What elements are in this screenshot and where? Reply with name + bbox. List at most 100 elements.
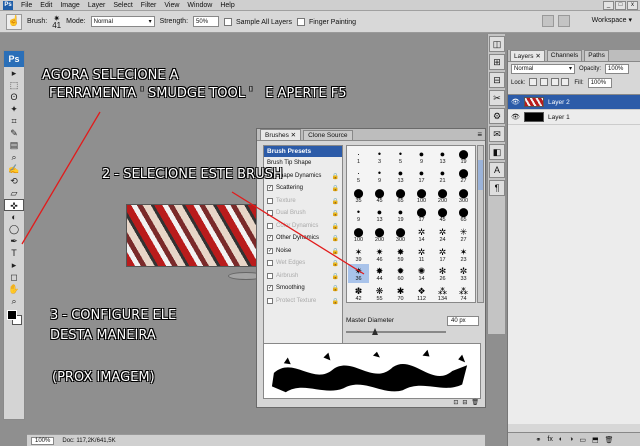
menu-select[interactable]: Select bbox=[113, 2, 132, 9]
brush-preset-cell[interactable]: ⬤ 27 bbox=[453, 166, 474, 186]
brush-option-row[interactable]: Color Dynamics 🔒 bbox=[264, 220, 342, 233]
lock-icon[interactable]: 🔒 bbox=[332, 285, 339, 292]
brush-option-row[interactable]: ✓ Smoothing 🔒 bbox=[264, 282, 342, 295]
brush-preset-cell[interactable]: ⬤ 300 bbox=[390, 224, 411, 244]
brush-preset-cell[interactable]: • 3 bbox=[369, 146, 390, 166]
opacity-field[interactable]: 100% bbox=[605, 64, 630, 74]
fill-field[interactable]: 100% bbox=[587, 78, 612, 88]
tab-clone-source[interactable]: Clone Source bbox=[303, 130, 353, 140]
brush-preset-cell[interactable]: ● 17 bbox=[411, 166, 432, 186]
brush-preset-cell[interactable]: ● 21 bbox=[432, 166, 453, 186]
brush-preset-cell[interactable]: ✱ 70 bbox=[390, 283, 411, 302]
brush-option-row[interactable]: Protect Texture 🔒 bbox=[264, 295, 342, 308]
brush-option-checkbox[interactable]: ✓ bbox=[267, 185, 273, 192]
brush-option-row[interactable]: Airbrush 🔒 bbox=[264, 270, 342, 283]
paragraph-icon[interactable]: ¶ bbox=[489, 180, 505, 196]
lock-icon[interactable]: 🔒 bbox=[332, 198, 339, 205]
menu-layer[interactable]: Layer bbox=[88, 2, 106, 9]
brush-preset-cell[interactable]: ⁂ 74 bbox=[453, 283, 474, 302]
brush-preset-cell[interactable]: ✳ 27 bbox=[453, 224, 474, 244]
trash-icon[interactable]: 🗑 bbox=[471, 399, 479, 407]
lock-icon[interactable]: 🔒 bbox=[332, 235, 339, 242]
histogram-icon[interactable]: ⊞ bbox=[489, 54, 505, 70]
lock-icon[interactable]: 🔒 bbox=[332, 223, 339, 230]
close-button[interactable]: x bbox=[627, 1, 638, 10]
workspace-menu[interactable]: Workspace ▾ bbox=[592, 16, 632, 24]
brush-option-checkbox[interactable] bbox=[267, 197, 273, 204]
lock-icon[interactable]: 🔒 bbox=[332, 173, 339, 180]
brush-preset-cell[interactable]: · 5 bbox=[348, 166, 369, 186]
menu-image[interactable]: Image bbox=[60, 2, 79, 9]
brush-preset-cell[interactable]: · 1 bbox=[348, 146, 369, 166]
lock-position-icon[interactable] bbox=[550, 78, 559, 86]
tool-presets-icon[interactable]: ✉ bbox=[489, 126, 505, 142]
shape-tool-icon[interactable]: ◻ bbox=[4, 271, 24, 283]
brush-preset-cell[interactable]: ✲ 24 bbox=[432, 224, 453, 244]
strength-field[interactable]: 50% bbox=[193, 16, 220, 27]
layer-comps-icon[interactable]: ◧ bbox=[489, 144, 505, 160]
maximize-button[interactable]: □ bbox=[615, 1, 626, 10]
menu-filter[interactable]: Filter bbox=[141, 2, 157, 9]
brush-preset-cell[interactable]: ✽ 42 bbox=[348, 283, 369, 302]
brush-option-checkbox[interactable] bbox=[267, 210, 273, 217]
brush-tool-icon[interactable]: ⌕ bbox=[4, 151, 24, 163]
brush-option-checkbox[interactable]: ✓ bbox=[267, 235, 273, 242]
minimize-button[interactable]: _ bbox=[603, 1, 614, 10]
clone-stamp-tool-icon[interactable]: ✍ bbox=[4, 163, 24, 175]
sample-all-layers-option[interactable]: Sample All Layers bbox=[224, 17, 292, 26]
brush-picker[interactable]: ✷ 41 bbox=[52, 14, 61, 29]
brush-option-checkbox[interactable]: ✓ bbox=[267, 285, 273, 292]
master-diameter-slider[interactable] bbox=[346, 328, 446, 335]
brush-option-row[interactable]: Wet Edges 🔒 bbox=[264, 257, 342, 270]
dodge-tool-icon[interactable]: ◐ bbox=[4, 211, 24, 223]
zoom-tool-icon[interactable]: ⌕ bbox=[4, 295, 24, 307]
tab-channels[interactable]: Channels bbox=[546, 50, 583, 61]
brush-settings-icon[interactable]: ⚙ bbox=[489, 108, 505, 124]
brush-preset-cell[interactable]: ⬤ 200 bbox=[369, 224, 390, 244]
brush-preset-cell[interactable]: ✻ 26 bbox=[432, 264, 453, 284]
brush-preset-cell[interactable]: ❋ 55 bbox=[369, 283, 390, 302]
lock-icon[interactable]: 🔒 bbox=[332, 273, 339, 280]
brush-preset-cell[interactable]: ✷ 46 bbox=[369, 244, 390, 264]
finger-painting-checkbox[interactable] bbox=[297, 17, 306, 26]
brush-preset-cell[interactable]: ⬤ 19 bbox=[453, 146, 474, 166]
tab-brushes[interactable]: Brushes ✕ bbox=[260, 129, 302, 140]
brush-preset-cell[interactable]: ● 9 bbox=[411, 146, 432, 166]
info-icon[interactable]: ⊟ bbox=[489, 72, 505, 88]
magic-wand-tool-icon[interactable]: ✦ bbox=[4, 103, 24, 115]
navigator-icon[interactable]: ◫ bbox=[489, 36, 505, 52]
master-diameter-field[interactable]: 40 px bbox=[447, 316, 479, 326]
panel-toggle-icon[interactable] bbox=[542, 15, 554, 27]
brush-preset-cell[interactable]: • 9 bbox=[369, 166, 390, 186]
brush-preset-cell[interactable]: ✶ 23 bbox=[453, 244, 474, 264]
tools-icon[interactable]: ✂ bbox=[489, 90, 505, 106]
brush-option-checkbox[interactable] bbox=[267, 297, 273, 304]
brush-preset-cell[interactable]: ⬤ 200 bbox=[432, 185, 453, 205]
mode-select[interactable]: Normal ▾ bbox=[90, 16, 155, 27]
ellipse-tool-icon[interactable]: ◯ bbox=[4, 223, 24, 235]
brush-option-checkbox[interactable] bbox=[267, 222, 273, 229]
lock-icon[interactable]: 🔒 bbox=[332, 298, 339, 305]
brush-option-row[interactable]: Dual Brush 🔒 bbox=[264, 207, 342, 220]
brush-preset-cell[interactable]: ✲ 17 bbox=[432, 244, 453, 264]
finger-painting-option[interactable]: Finger Painting bbox=[297, 17, 356, 26]
sample-all-layers-checkbox[interactable] bbox=[224, 17, 233, 26]
brush-preset-cell[interactable]: ⬤ 17 bbox=[411, 205, 432, 225]
smudge-tool-icon[interactable]: ✜ bbox=[4, 199, 24, 211]
crop-tool-icon[interactable]: ⌗ bbox=[4, 115, 24, 127]
brush-preset-cell[interactable]: ● 13 bbox=[432, 146, 453, 166]
trash-icon[interactable]: 🗑 bbox=[605, 436, 614, 444]
lock-icon[interactable]: 🔒 bbox=[332, 248, 339, 255]
brush-preset-cell[interactable]: ● 19 bbox=[390, 205, 411, 225]
brush-preset-cell[interactable]: ⬤ 65 bbox=[390, 185, 411, 205]
brush-option-checkbox[interactable] bbox=[267, 260, 273, 267]
type-tool-icon[interactable]: T bbox=[4, 247, 24, 259]
lock-all-icon[interactable] bbox=[561, 78, 570, 86]
brush-preset-cell[interactable]: • 5 bbox=[390, 146, 411, 166]
brush-preset-cell[interactable]: ● 13 bbox=[390, 166, 411, 186]
fx-icon[interactable]: fx bbox=[547, 436, 552, 443]
layer-row[interactable]: 👁 Layer 1 bbox=[508, 110, 640, 125]
menu-window[interactable]: Window bbox=[187, 2, 212, 9]
brush-preset-cell[interactable]: ✹ 60 bbox=[390, 264, 411, 284]
character-icon[interactable]: A bbox=[489, 162, 505, 178]
